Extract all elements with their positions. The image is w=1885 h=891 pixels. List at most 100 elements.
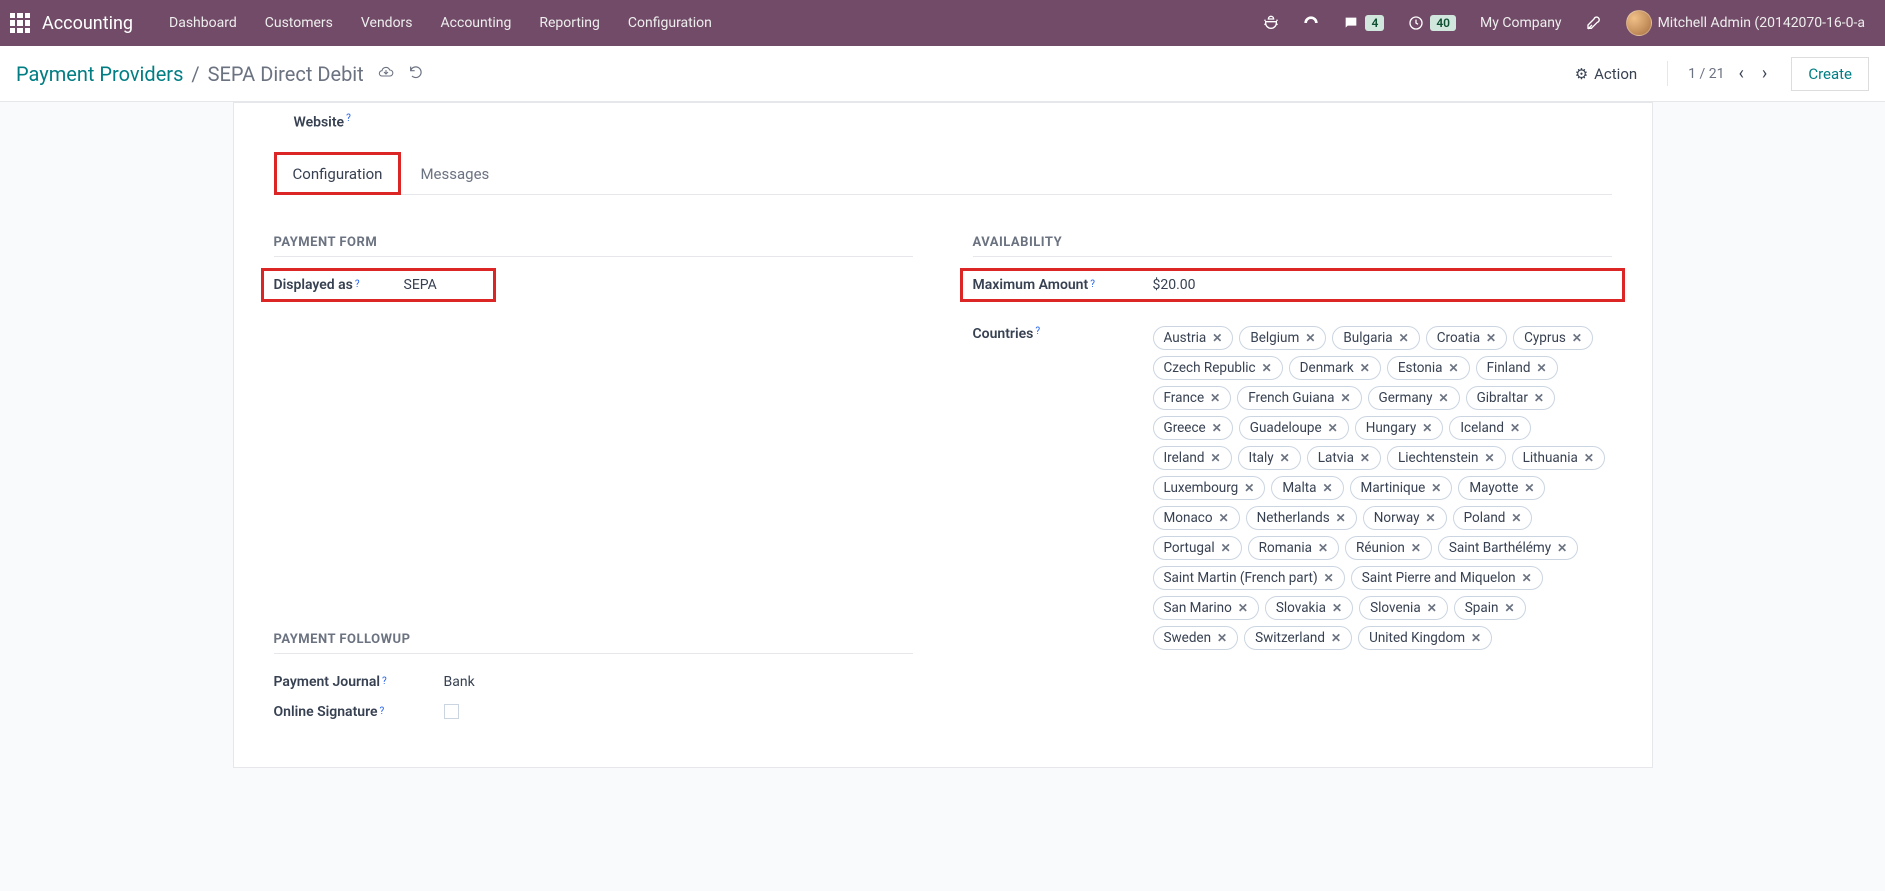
country-tag[interactable]: Cyprus✕ — [1513, 326, 1593, 350]
country-tag[interactable]: Poland✕ — [1453, 506, 1533, 530]
country-tag[interactable]: Portugal✕ — [1153, 536, 1242, 560]
company-switcher[interactable]: My Company — [1470, 15, 1572, 31]
tag-remove-icon[interactable]: ✕ — [1212, 331, 1222, 345]
tag-remove-icon[interactable]: ✕ — [1360, 451, 1370, 465]
tab-messages[interactable]: Messages — [401, 152, 508, 195]
tag-remove-icon[interactable]: ✕ — [1262, 361, 1272, 375]
country-tag[interactable]: Slovakia✕ — [1265, 596, 1353, 620]
nav-item-customers[interactable]: Customers — [251, 15, 347, 31]
country-tag[interactable]: Luxembourg✕ — [1153, 476, 1266, 500]
country-tag[interactable]: Saint Pierre and Miquelon✕ — [1351, 566, 1543, 590]
help-icon[interactable]: ? — [382, 676, 387, 687]
tag-remove-icon[interactable]: ✕ — [1221, 541, 1231, 555]
country-tag[interactable]: Slovenia✕ — [1359, 596, 1448, 620]
tag-remove-icon[interactable]: ✕ — [1411, 541, 1421, 555]
create-button[interactable]: Create — [1791, 57, 1869, 91]
maximum-amount-value[interactable]: $20.00 — [1153, 277, 1612, 293]
pager-next[interactable]: › — [1758, 61, 1771, 86]
online-signature-checkbox[interactable] — [444, 704, 459, 719]
tag-remove-icon[interactable]: ✕ — [1210, 451, 1220, 465]
country-tag[interactable]: United Kingdom✕ — [1358, 626, 1492, 650]
country-tag[interactable]: Mayotte✕ — [1458, 476, 1545, 500]
help-icon[interactable]: ? — [380, 706, 385, 717]
tag-remove-icon[interactable]: ✕ — [1510, 421, 1520, 435]
tag-remove-icon[interactable]: ✕ — [1426, 511, 1436, 525]
tag-remove-icon[interactable]: ✕ — [1557, 541, 1567, 555]
country-tag[interactable]: San Marino✕ — [1153, 596, 1259, 620]
country-tag[interactable]: Saint Barthélémy✕ — [1438, 536, 1578, 560]
country-tag[interactable]: Austria✕ — [1153, 326, 1234, 350]
tag-remove-icon[interactable]: ✕ — [1305, 331, 1315, 345]
nav-item-accounting[interactable]: Accounting — [427, 15, 526, 31]
action-button[interactable]: Action — [1575, 65, 1637, 83]
tag-remove-icon[interactable]: ✕ — [1219, 511, 1229, 525]
tag-remove-icon[interactable]: ✕ — [1584, 451, 1594, 465]
payment-journal-value[interactable]: Bank — [444, 674, 913, 690]
tag-remove-icon[interactable]: ✕ — [1210, 391, 1220, 405]
apps-icon[interactable] — [10, 13, 30, 33]
tab-configuration[interactable]: Configuration — [274, 152, 402, 195]
tag-remove-icon[interactable]: ✕ — [1280, 451, 1290, 465]
activities-icon[interactable]: 40 — [1398, 15, 1466, 31]
country-tag[interactable]: Switzerland✕ — [1244, 626, 1352, 650]
breadcrumb-parent[interactable]: Payment Providers — [16, 62, 183, 86]
tag-remove-icon[interactable]: ✕ — [1537, 361, 1547, 375]
country-tag[interactable]: French Guiana✕ — [1237, 386, 1361, 410]
tag-remove-icon[interactable]: ✕ — [1360, 361, 1370, 375]
country-tag[interactable]: Guadeloupe✕ — [1239, 416, 1349, 440]
country-tag[interactable]: Saint Martin (French part)✕ — [1153, 566, 1345, 590]
country-tag[interactable]: Norway✕ — [1363, 506, 1447, 530]
bug-icon[interactable] — [1253, 15, 1289, 31]
country-tag[interactable]: Spain✕ — [1454, 596, 1526, 620]
country-tag[interactable]: Croatia✕ — [1426, 326, 1507, 350]
tag-remove-icon[interactable]: ✕ — [1422, 421, 1432, 435]
app-brand[interactable]: Accounting — [42, 13, 133, 34]
tag-remove-icon[interactable]: ✕ — [1524, 481, 1534, 495]
tag-remove-icon[interactable]: ✕ — [1399, 331, 1409, 345]
country-tag[interactable]: Iceland✕ — [1449, 416, 1531, 440]
country-tag[interactable]: Latvia✕ — [1307, 446, 1381, 470]
country-tag[interactable]: Belgium✕ — [1239, 326, 1326, 350]
country-tag[interactable]: Sweden✕ — [1153, 626, 1239, 650]
tag-remove-icon[interactable]: ✕ — [1336, 511, 1346, 525]
tag-remove-icon[interactable]: ✕ — [1522, 571, 1532, 585]
nav-item-dashboard[interactable]: Dashboard — [155, 15, 251, 31]
tag-remove-icon[interactable]: ✕ — [1431, 481, 1441, 495]
nav-item-configuration[interactable]: Configuration — [614, 15, 726, 31]
help-icon[interactable]: ? — [355, 279, 360, 290]
country-tag[interactable]: Malta✕ — [1271, 476, 1343, 500]
country-tag[interactable]: Liechtenstein✕ — [1387, 446, 1506, 470]
tag-remove-icon[interactable]: ✕ — [1485, 451, 1495, 465]
help-icon[interactable]: ? — [1035, 326, 1040, 337]
pager-text[interactable]: 1 / 21 — [1688, 66, 1724, 82]
tag-remove-icon[interactable]: ✕ — [1318, 541, 1328, 555]
country-tag[interactable]: Ireland✕ — [1153, 446, 1232, 470]
tag-remove-icon[interactable]: ✕ — [1328, 421, 1338, 435]
country-tag[interactable]: Lithuania✕ — [1512, 446, 1605, 470]
country-tag[interactable]: Bulgaria✕ — [1332, 326, 1419, 350]
messaging-icon[interactable]: 4 — [1333, 15, 1394, 31]
tag-remove-icon[interactable]: ✕ — [1332, 601, 1342, 615]
countries-tags[interactable]: Austria✕Belgium✕Bulgaria✕ Croatia✕Cyprus✕… — [1153, 326, 1612, 650]
country-tag[interactable]: Estonia✕ — [1387, 356, 1470, 380]
tag-remove-icon[interactable]: ✕ — [1324, 571, 1334, 585]
tag-remove-icon[interactable]: ✕ — [1331, 631, 1341, 645]
country-tag[interactable]: Gibraltar✕ — [1466, 386, 1555, 410]
help-icon[interactable]: ? — [1090, 279, 1095, 290]
tag-remove-icon[interactable]: ✕ — [1439, 391, 1449, 405]
tag-remove-icon[interactable]: ✕ — [1449, 361, 1459, 375]
country-tag[interactable]: Denmark✕ — [1289, 356, 1381, 380]
tag-remove-icon[interactable]: ✕ — [1244, 481, 1254, 495]
country-tag[interactable]: Greece✕ — [1153, 416, 1233, 440]
country-tag[interactable]: Czech Republic✕ — [1153, 356, 1283, 380]
country-tag[interactable]: Finland✕ — [1476, 356, 1558, 380]
nav-item-reporting[interactable]: Reporting — [525, 15, 614, 31]
country-tag[interactable]: France✕ — [1153, 386, 1232, 410]
undo-icon[interactable] — [408, 64, 424, 84]
country-tag[interactable]: Romania✕ — [1248, 536, 1339, 560]
country-tag[interactable]: Hungary✕ — [1355, 416, 1444, 440]
help-icon[interactable]: ? — [346, 113, 351, 124]
country-tag[interactable]: Netherlands✕ — [1246, 506, 1357, 530]
tag-remove-icon[interactable]: ✕ — [1238, 601, 1248, 615]
tools-icon[interactable] — [1576, 15, 1612, 31]
